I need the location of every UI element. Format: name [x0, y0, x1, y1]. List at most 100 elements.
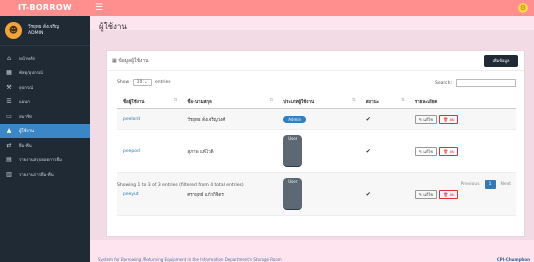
chevron-down-icon: ⌄ [143, 80, 148, 85]
show-label: Show [117, 80, 130, 85]
search-label: Search: [435, 80, 452, 86]
cell-status: ✔ [359, 129, 409, 173]
sidebar-item-borrow-return-report[interactable]: ▥ รายงานการยืม-คืน [0, 167, 90, 182]
delete-button[interactable]: 🗑 ลบ [439, 189, 459, 199]
page-1-button[interactable]: 1 [484, 180, 496, 189]
top-bar: ☰ ⚙ [90, 0, 534, 16]
sidebar-item-label: หน้าหลัก [19, 56, 36, 62]
card-title-text: ข้อมูลผู้ใช้งาน [118, 58, 149, 64]
home-icon: ⌂ [7, 54, 11, 62]
sidebar-item-label: รายงานสรุปยอดการยืม [19, 158, 62, 164]
column-header-label: ชื่อผู้ใช้งาน [123, 100, 145, 105]
status-check-icon: ✔ [365, 115, 371, 123]
sidebar-item-label: แผนก [19, 100, 30, 106]
shuffle-icon: ⇄ [6, 141, 12, 149]
delete-label: ลบ [449, 148, 455, 154]
grid-icon: ▦ [6, 69, 12, 77]
edit-label: แก้ไข [423, 191, 434, 197]
avatar: ☻ [5, 22, 22, 39]
username-link[interactable]: peelord [123, 117, 140, 122]
edit-button[interactable]: ✎ แก้ไข [414, 146, 438, 156]
cell-fullname: ศรายุทธ์ แก้วกิจิตร [181, 172, 278, 216]
sidebar-item-borrow-summary-report[interactable]: ▤ รายงานสรุปยอดการยืม [0, 153, 90, 168]
list-icon: ☰ [6, 98, 12, 106]
settings-gear-icon[interactable]: ⚙ [518, 3, 528, 13]
table-row: peepod สุภาพ แพ้ไวดิ User ✔ ✎ แก้ไข 🗑 ลบ [117, 129, 516, 173]
edit-button[interactable]: ✎ แก้ไข [414, 114, 438, 124]
sort-icon: ⇅ [351, 98, 356, 103]
sort-icon: ⇅ [400, 98, 405, 103]
sidebar-item-members[interactable]: ▭ สมาชิก [0, 109, 90, 124]
status-check-icon: ✔ [365, 190, 371, 198]
sidebar-item-label: ยุปกรณ์ [19, 85, 34, 91]
sidebar-item-users[interactable]: ▲ ผู้ใช้งาน [0, 123, 90, 138]
cell-username: peepod [117, 129, 182, 173]
cell-fullname: วีรยุทธ ดั่งเจริญวงศ์ [181, 108, 278, 130]
cell-actions: ✎ แก้ไข 🗑 ลบ [408, 129, 516, 173]
edit-label: แก้ไข [423, 116, 434, 122]
column-header-label: ประเภทผู้ใช้งาน [283, 100, 315, 105]
table-header-row: ชื่อผู้ใช้งาน ⇅ ชื่อ-นามสกุล ⇅ ประเภทผู้ใช… [117, 95, 516, 109]
sort-icon: ⇅ [269, 98, 274, 103]
edit-label: แก้ไข [423, 148, 434, 154]
user-panel: ☻ วีรยุทธ ดั่งเจริญ ADMIN [0, 16, 90, 46]
delete-label: ลบ [449, 191, 455, 197]
cell-fullname: สุภาพ แพ้ไวดิ [181, 129, 278, 173]
sidebar-item-label: ยืม-คืน [19, 143, 32, 149]
id-card-icon: ▭ [6, 112, 12, 120]
pagination: Previous 1 Next [456, 180, 516, 189]
role-badge: User [283, 135, 303, 167]
hamburger-menu-icon[interactable]: ☰ [95, 3, 103, 13]
cell-actions: ✎ แก้ไข 🗑 ลบ [408, 172, 516, 216]
cell-status: ✔ [359, 172, 409, 216]
previous-page-button[interactable]: Previous [456, 180, 485, 189]
sidebar-item-label: รายงานการยืม-คืน [19, 172, 54, 178]
tools-icon: ⚒ [6, 83, 12, 91]
column-header-fullname[interactable]: ชื่อ-นามสกุล ⇅ [181, 95, 278, 109]
sidebar-item-label: ผู้ใช้งาน [19, 129, 34, 135]
trash-icon: 🗑 [443, 148, 449, 154]
trash-icon: 🗑 [443, 116, 449, 122]
edit-button[interactable]: ✎ แก้ไข [414, 189, 438, 199]
next-page-button[interactable]: Next [496, 180, 516, 189]
username-link[interactable]: peeyut [123, 192, 139, 197]
doc-icon: ▤ [6, 156, 12, 164]
sidebar-item-equipment[interactable]: ⚒ ยุปกรณ์ [0, 80, 90, 95]
username-link[interactable]: peepod [123, 149, 140, 154]
entries-select[interactable]: 10 ⌄ [132, 79, 152, 86]
column-header-username[interactable]: ชื่อผู้ใช้งาน ⇅ [117, 95, 182, 109]
search-input[interactable] [456, 79, 516, 87]
table-info: Showing 1 to 3 of 3 entries (filtered fr… [117, 183, 244, 188]
footer: System for Borrowing /Returning Equipmen… [98, 257, 530, 262]
sidebar-item-supplies[interactable]: ▦ พัสดุ/อุปกรณ์ [0, 66, 90, 81]
brand-logo[interactable]: IT-BORROW [0, 0, 90, 16]
sidebar-item-department[interactable]: ☰ แผนก [0, 95, 90, 110]
role-badge: Admin [283, 115, 306, 123]
cell-type: User [277, 172, 360, 216]
entries-label: entries [154, 80, 171, 85]
status-check-icon: ✔ [365, 147, 371, 155]
column-header-details: รายละเอียด [408, 95, 516, 109]
user-role: ADMIN [28, 30, 44, 36]
column-header-type[interactable]: ประเภทผู้ใช้งาน ⇅ [277, 95, 360, 109]
column-header-label: ชื่อ-นามสกุล [187, 100, 212, 105]
add-data-button[interactable]: เพิ่มข้อมูล [484, 55, 518, 67]
table-icon: ▥ [6, 170, 12, 178]
users-card: ▦ ข้อมูลผู้ใช้งาน เพิ่มข้อมูล Show 10 ⌄ … [106, 50, 525, 237]
cell-status: ✔ [359, 108, 409, 130]
table-icon: ▦ [112, 58, 117, 64]
table-row: peeyut ศรายุทธ์ แก้วกิจิตร User ✔ ✎ แก้ไ… [117, 172, 516, 216]
table-row: peelord วีรยุทธ ดั่งเจริญวงศ์ Admin ✔ ✎ … [117, 108, 516, 130]
edit-icon: ✎ [418, 148, 423, 154]
sidebar-item-borrow-return[interactable]: ⇄ ยืม-คืน [0, 138, 90, 153]
sidebar-item-home[interactable]: ⌂ หน้าหลัก [0, 51, 90, 66]
users-table: ชื่อผู้ใช้งาน ⇅ ชื่อ-นามสกุล ⇅ ประเภทผู้ใช… [117, 95, 516, 216]
card-title: ▦ ข้อมูลผู้ใช้งาน [112, 57, 149, 65]
column-header-status[interactable]: สถานะ ⇅ [359, 95, 409, 109]
delete-button[interactable]: 🗑 ลบ [439, 146, 459, 156]
sidebar-item-label: สมาชิก [19, 114, 33, 120]
delete-button[interactable]: 🗑 ลบ [439, 114, 459, 124]
search-control: Search: [435, 79, 516, 87]
cell-username: peelord [117, 108, 182, 130]
sort-icon: ⇅ [173, 98, 178, 103]
